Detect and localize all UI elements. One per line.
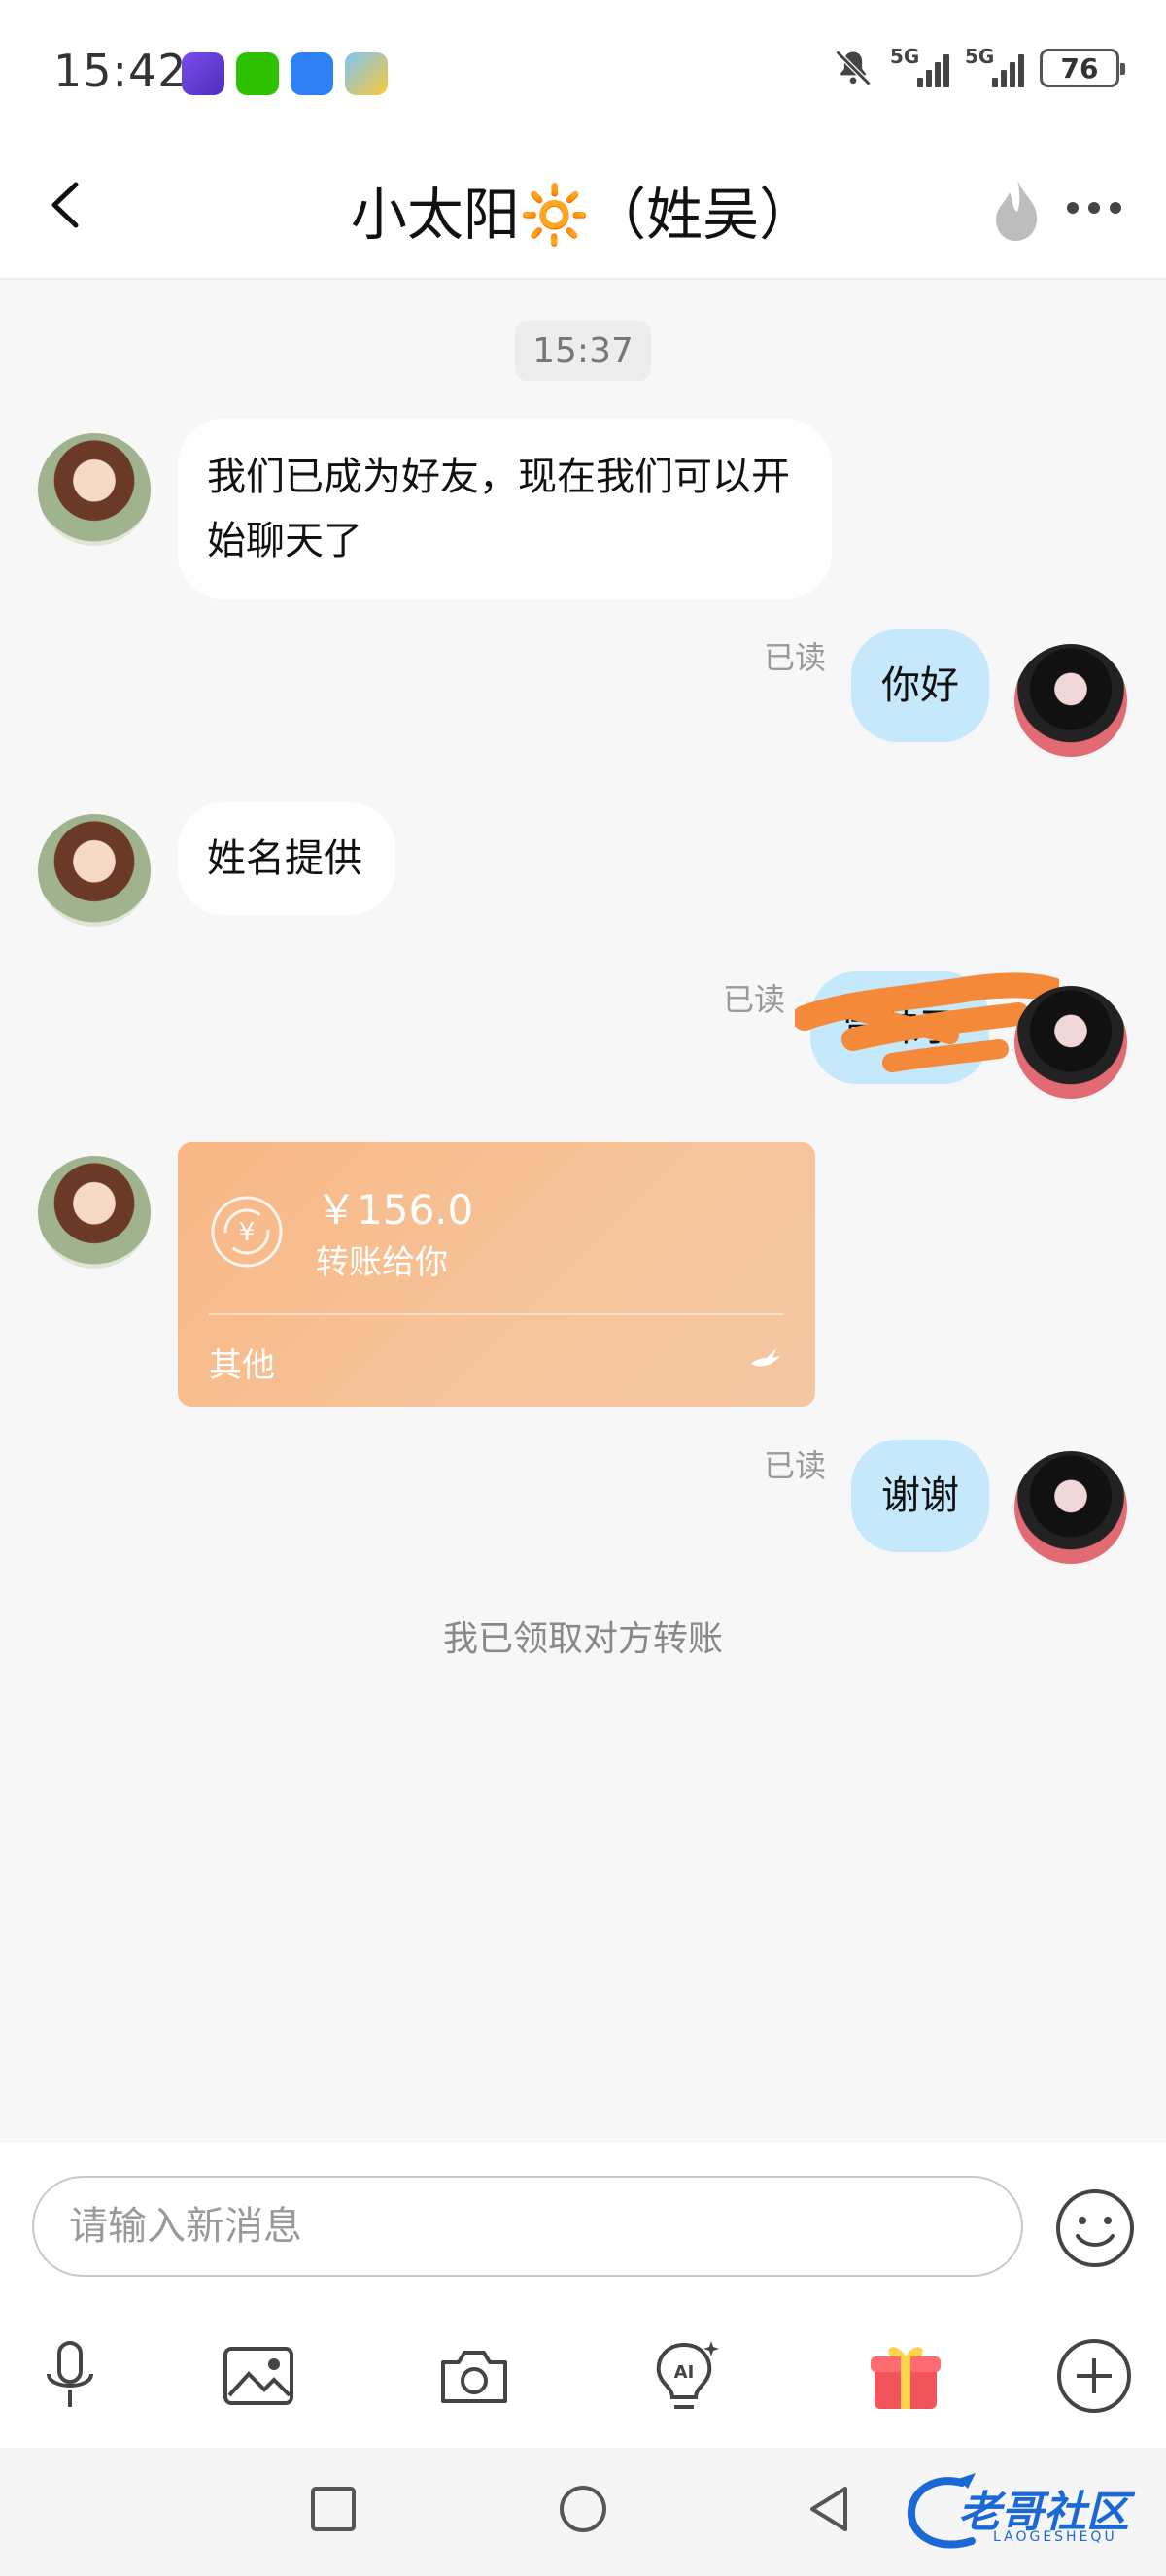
transfer-description: 转账给你 [316,1243,448,1282]
read-receipt: 已读 [764,639,827,676]
sun-emoji: 🔆 [519,182,591,248]
gift-icon[interactable] [867,2337,944,2415]
ai-bulb-icon[interactable]: AI [645,2337,723,2415]
flame-icon[interactable] [988,175,1045,243]
transfer-amount: ￥156.0 [316,1186,474,1234]
message-text: 姓名提供 [207,836,362,881]
battery-icon: 76 [1040,49,1125,87]
contact-avatar[interactable] [38,1156,151,1269]
watermark-subtext: LAOGESHEQU [993,2529,1117,2545]
chat-timestamp: 15:37 [515,321,651,381]
status-bar: 15:42 5G 5G 76 [0,0,1166,146]
plus-icon[interactable] [1055,2337,1133,2415]
message-input[interactable] [32,2176,1023,2277]
more-options-icon[interactable] [1063,196,1125,220]
message-bubble-outgoing[interactable]: 谢谢 [851,1440,989,1552]
emoji-icon[interactable] [1052,2186,1138,2271]
status-indicators: 5G 5G 76 [832,45,1125,89]
home-icon[interactable] [551,2477,615,2541]
message-bubble-incoming[interactable]: 姓名提供 [178,802,395,915]
image-icon[interactable] [220,2337,297,2415]
my-avatar[interactable] [1014,1451,1127,1564]
message-text: 谢谢 [881,1474,959,1518]
recent-apps-icon[interactable] [301,2477,365,2541]
camera-icon[interactable] [435,2337,513,2415]
contact-surname-note: （姓吴） [590,182,816,248]
my-avatar[interactable] [1014,644,1127,757]
mic-icon[interactable] [31,2337,109,2415]
transfer-footer-label: 其他 [209,1346,275,1385]
svg-text:AI: AI [674,2362,695,2383]
app-market-icon [291,52,333,95]
contact-avatar[interactable] [38,814,151,927]
weather-app-icon [345,52,388,95]
signal-5g-1-icon: 5G [890,45,949,87]
message-bubble-outgoing[interactable]: 你好 [851,629,989,742]
contact-avatar[interactable] [38,433,151,546]
shield-app-icon [182,52,224,95]
transfer-yuan-icon: ¥ [211,1196,283,1268]
input-panel: AI [0,2143,1166,2448]
message-text: 你好 [881,663,959,708]
status-time: 15:42 [53,45,188,97]
chat-header: 小太阳🔆（姓吴） [0,146,1166,280]
message-text: 我们已成为好友，现在我们可以开始聊天了 [207,455,790,563]
bird-logo-icon [751,1348,780,1367]
read-receipt: 已读 [723,981,786,1018]
message-bubble-incoming[interactable]: 我们已成为好友，现在我们可以开始聊天了 [178,419,832,599]
read-receipt: 已读 [764,1447,827,1484]
signal-5g-2-icon: 5G [965,45,1024,87]
system-notice: 我已领取对方转账 [442,1619,723,1659]
notification-apps [182,52,388,95]
watermark-logo: 老哥社区 LAOGESHEQU [904,2469,1154,2559]
bell-muted-icon [835,50,872,86]
my-avatar[interactable] [1014,986,1127,1099]
system-navigation-bar: 老哥社区 LAOGESHEQU [0,2448,1166,2576]
transfer-card[interactable]: ¥ ￥156.0 转账给你 其他 [178,1142,815,1407]
svg-text:¥: ¥ [239,1218,256,1247]
battery-level: 76 [1060,51,1099,85]
contact-name: 小太阳 [350,182,520,248]
back-icon[interactable] [799,2477,863,2541]
transfer-divider [209,1313,784,1315]
wechat-app-icon [236,52,279,95]
